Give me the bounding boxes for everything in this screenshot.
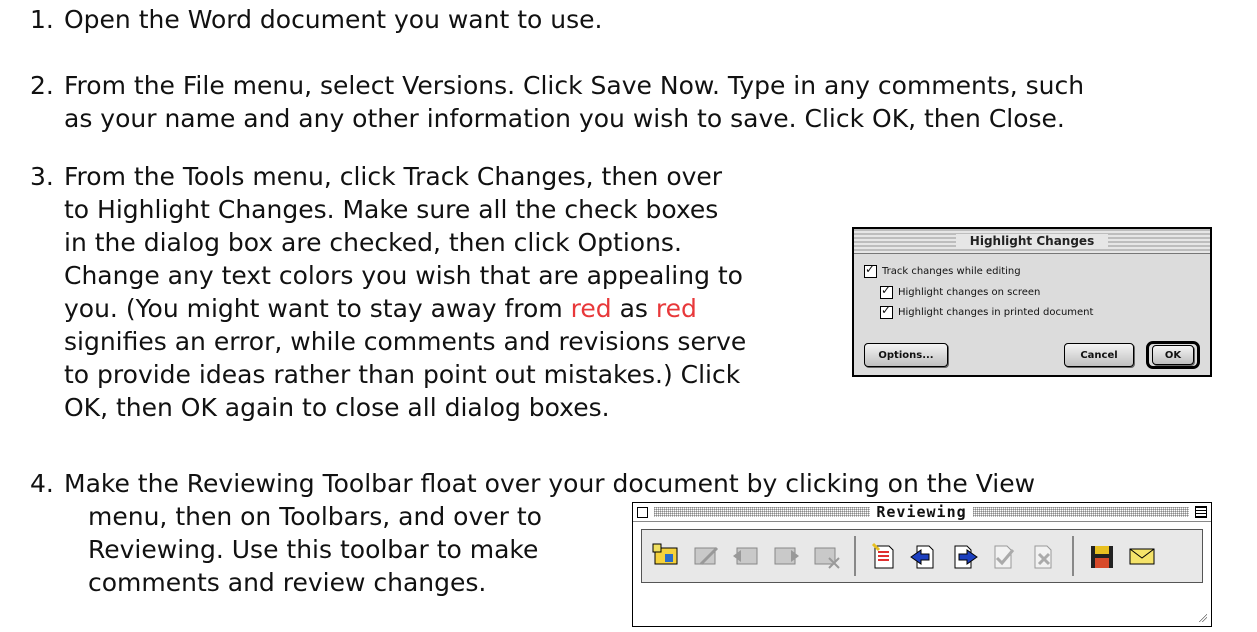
- track-changes-label: Track changes while editing: [882, 266, 1021, 277]
- step-1-number: 1.: [30, 5, 54, 34]
- highlight-on-screen-label: Highlight changes on screen: [898, 287, 1041, 298]
- reviewing-toolbar: Reviewing: [632, 502, 1212, 627]
- step-3-line-3: in the dialog box are checked, then clic…: [64, 228, 682, 257]
- step-3-line-4: Change any text colors you wish that are…: [64, 261, 743, 290]
- toolbar-buttons: [641, 529, 1203, 583]
- next-change-icon[interactable]: [946, 538, 982, 574]
- dialog-title: Highlight Changes: [955, 234, 1109, 248]
- toolbar-title-bar[interactable]: Reviewing: [633, 503, 1211, 522]
- delete-comment-icon[interactable]: [808, 538, 844, 574]
- step-4-line-4: comments and review changes.: [88, 568, 487, 597]
- highlight-printed-label: Highlight changes in printed document: [898, 307, 1094, 318]
- track-changes-icon[interactable]: [866, 538, 902, 574]
- step-3-line-5-mid: as: [611, 294, 656, 323]
- step-4-line-2: menu, then on Toolbars, and over to: [88, 502, 542, 531]
- step-3-line-6: signifies an error, while comments and r…: [64, 327, 747, 356]
- highlight-printed-checkbox[interactable]: Highlight changes in printed document: [880, 303, 1094, 319]
- reject-change-icon[interactable]: [1026, 538, 1062, 574]
- checkbox-checked-icon: [864, 262, 877, 278]
- accept-change-icon[interactable]: [986, 538, 1022, 574]
- ok-button[interactable]: OK: [1152, 345, 1194, 365]
- insert-comment-icon[interactable]: [648, 538, 684, 574]
- step-3-line-5-text: you. (You might want to stay away from: [64, 294, 571, 323]
- dialog-title-bar[interactable]: Highlight Changes: [854, 229, 1210, 254]
- step-3-line-5: you. (You might want to stay away from r…: [64, 293, 697, 325]
- checkbox-checked-icon: [880, 283, 893, 299]
- checkbox-checked-icon: [880, 303, 893, 319]
- previous-comment-icon[interactable]: [728, 538, 764, 574]
- step-4-line-1: Make the Reviewing Toolbar float over yo…: [64, 469, 1036, 498]
- step-3-number: 3.: [30, 162, 54, 191]
- save-version-icon[interactable]: [1084, 538, 1120, 574]
- step-1-line-1: Open the Word document you want to use.: [64, 5, 603, 34]
- toolbar-title: Reviewing: [876, 503, 967, 521]
- send-mail-icon[interactable]: [1124, 538, 1160, 574]
- step-3-line-7: to provide ideas rather than point out m…: [64, 360, 741, 389]
- resize-grip-icon[interactable]: [1197, 612, 1207, 622]
- step-2-line-2: as your name and any other information y…: [64, 104, 1065, 133]
- step-4-number: 4.: [30, 469, 54, 498]
- step-3-line-2: to Highlight Changes. Make sure all the …: [64, 195, 719, 224]
- options-button[interactable]: Options...: [864, 343, 948, 367]
- step-2-line-1: From the File menu, select Versions. Cli…: [64, 71, 1085, 100]
- edit-comment-icon[interactable]: [688, 538, 724, 574]
- red-word-1: red: [570, 294, 612, 323]
- red-word-2: red: [655, 294, 697, 323]
- previous-change-icon[interactable]: [906, 538, 942, 574]
- cancel-button[interactable]: Cancel: [1064, 343, 1134, 367]
- step-3-line-1: From the Tools menu, click Track Changes…: [64, 162, 723, 191]
- highlight-on-screen-checkbox[interactable]: Highlight changes on screen: [880, 283, 1041, 299]
- step-2-number: 2.: [30, 71, 54, 100]
- next-comment-icon[interactable]: [768, 538, 804, 574]
- highlight-changes-dialog: Highlight Changes Track changes while ed…: [852, 227, 1212, 377]
- track-changes-checkbox[interactable]: Track changes while editing: [864, 262, 1021, 278]
- step-3-line-8: OK, then OK again to close all dialog bo…: [64, 393, 610, 422]
- toolbar-menu-icon[interactable]: [1195, 506, 1207, 518]
- close-box-icon[interactable]: [637, 506, 648, 518]
- step-4-line-3: Reviewing. Use this toolbar to make: [88, 535, 539, 564]
